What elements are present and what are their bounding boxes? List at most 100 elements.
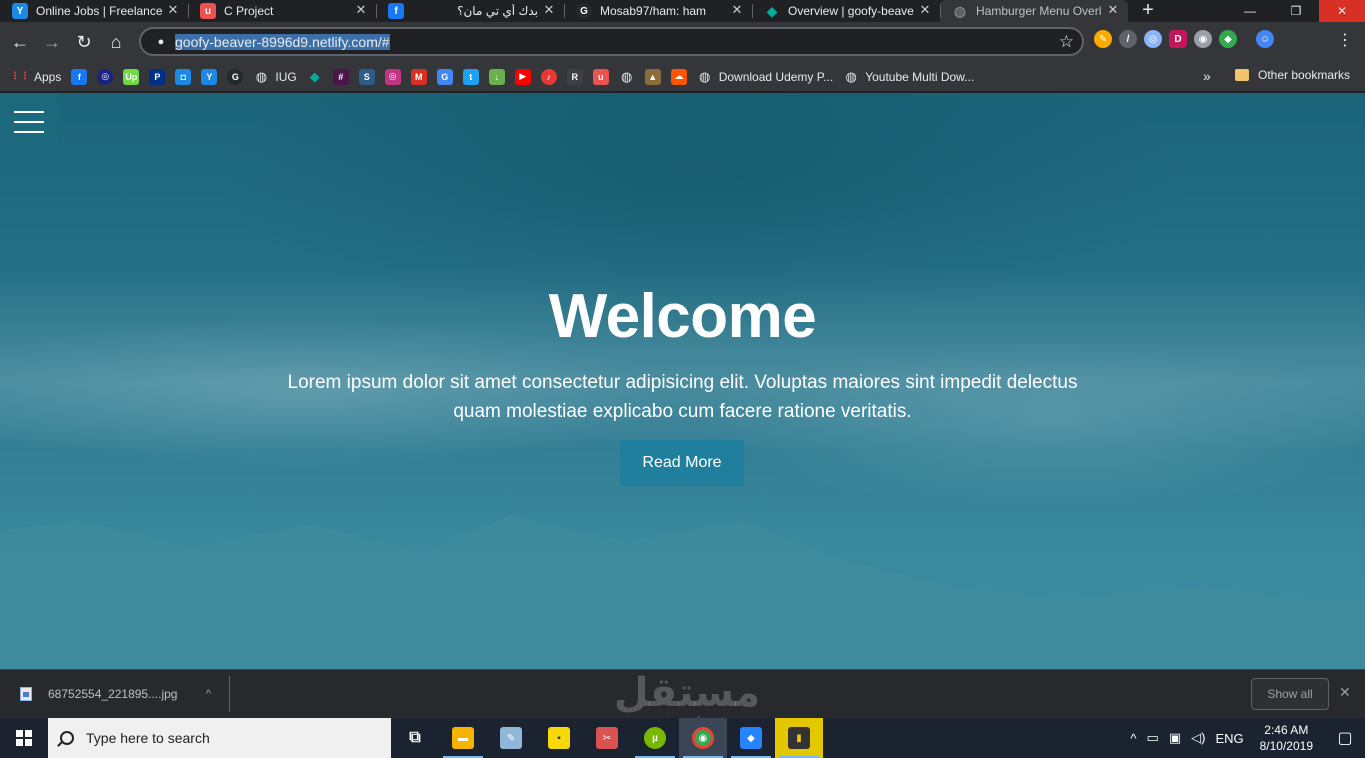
- taskbar-search-box[interactable]: Type here to search: [48, 718, 391, 758]
- tab-netlify-overview[interactable]: ◆ Overview | goofy-beaver ✕: [752, 0, 940, 22]
- bookmark-soundcloud[interactable]: ☁: [670, 68, 687, 85]
- reload-button[interactable]: ↻: [68, 26, 100, 58]
- task-view-button[interactable]: ⧉: [391, 718, 439, 758]
- tab-close-icon[interactable]: ✕: [542, 3, 556, 17]
- bookmark-globe[interactable]: ◍: [619, 69, 635, 85]
- bookmark-iug[interactable]: ◍ IUG: [253, 69, 297, 85]
- extension-color-picker-icon[interactable]: /: [1119, 30, 1137, 48]
- show-all-button[interactable]: Show all: [1251, 678, 1329, 710]
- bookmark-download[interactable]: ↓: [488, 68, 505, 85]
- bookmark-apps[interactable]: ⋮⋮ Apps: [10, 69, 61, 85]
- extension-pencil-icon[interactable]: ✎: [1094, 30, 1112, 48]
- image-file-icon: [20, 687, 32, 701]
- show-hidden-icons-chevron-icon[interactable]: ^: [1130, 731, 1136, 746]
- bookmark-netlify[interactable]: ◆: [307, 69, 323, 85]
- network-icon[interactable]: ▣: [1169, 730, 1181, 746]
- hamburger-menu-button[interactable]: [0, 93, 58, 151]
- tab-github-ham[interactable]: G Mosab97/ham: ham ✕: [564, 0, 752, 22]
- address-url[interactable]: goofy-beaver-8996d9.netlify.com/#: [175, 33, 390, 50]
- bookmark-triangle[interactable]: ▲: [644, 68, 661, 85]
- restore-button[interactable]: ❐: [1273, 0, 1319, 22]
- bookmark-r[interactable]: R: [566, 68, 583, 85]
- back-button[interactable]: ←: [4, 26, 36, 58]
- taskbar-chrome[interactable]: ◉: [679, 718, 727, 758]
- bookmark-paypal[interactable]: P: [149, 68, 166, 85]
- download-item[interactable]: 68752554_221895....jpg ^: [0, 676, 230, 712]
- tab-facebook[interactable]: f بدك أي تي مان؟ ✕: [376, 0, 564, 22]
- bookmark-freelancer[interactable]: Y: [201, 68, 218, 85]
- forward-button[interactable]: →: [36, 26, 68, 58]
- hero-description: Lorem ipsum dolor sit amet consectetur a…: [287, 372, 1078, 422]
- extension-ball-icon[interactable]: ◉: [1194, 30, 1212, 48]
- bookmark-download-udemy[interactable]: ◍ Download Udemy P...: [697, 68, 833, 85]
- lock-icon: ●: [157, 35, 165, 48]
- bookmark-youtube-multi[interactable]: ◍ Youtube Multi Dow...: [843, 69, 975, 85]
- bookmark-gmail[interactable]: M: [410, 68, 427, 85]
- new-tab-button[interactable]: +: [1134, 0, 1162, 22]
- taskbar-snipping-tool[interactable]: ✂: [583, 718, 631, 758]
- taskbar-utorrent[interactable]: µ: [631, 718, 679, 758]
- clock[interactable]: 2:46 AM 8/10/2019: [1260, 722, 1313, 754]
- taskbar-power-bi[interactable]: ▮: [775, 718, 823, 758]
- windows-taskbar: Type here to search ⧉ ▬ ✎ ▪ ✂ µ ◉ ◆ ▮ ^ …: [0, 718, 1365, 758]
- bookmark-udemy[interactable]: u: [592, 68, 609, 85]
- bookmark-slack[interactable]: #: [332, 68, 349, 85]
- sourcetree-icon: ◆: [740, 727, 762, 749]
- tab-c-project[interactable]: u C Project ✕: [188, 0, 376, 22]
- bookmark-upwork[interactable]: Up: [123, 68, 140, 85]
- taskbar-sourcetree[interactable]: ◆: [727, 718, 775, 758]
- home-button[interactable]: ⌂: [100, 26, 132, 58]
- action-center-icon[interactable]: ▢: [1325, 718, 1365, 758]
- bookmark-facebook[interactable]: f: [71, 68, 88, 85]
- tab-strip: Y Online Jobs | Freelance ✕ u C Project …: [0, 0, 1365, 22]
- r-icon: R: [566, 68, 583, 85]
- tab-close-icon[interactable]: ✕: [730, 3, 744, 17]
- tab-title: Hamburger Menu Overla: [976, 4, 1102, 18]
- tab-close-icon[interactable]: ✕: [918, 3, 932, 17]
- github-icon: G: [576, 3, 592, 19]
- tab-close-icon[interactable]: ✕: [1106, 3, 1120, 17]
- more-bookmarks-button[interactable]: »: [1203, 68, 1211, 84]
- extension-diamond-icon[interactable]: ◆: [1219, 30, 1237, 48]
- bookmark-youtube[interactable]: ▶: [514, 68, 531, 85]
- chrome-menu-icon[interactable]: ⋮: [1337, 31, 1353, 51]
- taskbar-file-explorer[interactable]: ▬: [439, 718, 487, 758]
- bookmark-github[interactable]: G: [227, 68, 244, 85]
- task-view-icon: ⧉: [409, 729, 421, 746]
- taskbar-sticky-notes[interactable]: ▪: [535, 718, 583, 758]
- circle-icon: ◎: [97, 68, 114, 85]
- start-button[interactable]: [0, 718, 48, 758]
- freelancer-icon: Y: [201, 68, 218, 85]
- power-bi-icon: ▮: [788, 727, 810, 749]
- tab-close-icon[interactable]: ✕: [166, 3, 180, 17]
- globe-icon: ◍: [699, 68, 711, 84]
- minimize-button[interactable]: —: [1227, 0, 1273, 22]
- music-icon: ♪: [540, 68, 557, 85]
- bookmark-instagram[interactable]: ◎: [384, 68, 401, 85]
- bookmark-s[interactable]: S: [358, 68, 375, 85]
- close-window-button[interactable]: ✕: [1319, 0, 1365, 22]
- taskbar-notepad[interactable]: ✎: [487, 718, 535, 758]
- tab-online-jobs[interactable]: Y Online Jobs | Freelance ✕: [0, 0, 188, 22]
- tab-title: Online Jobs | Freelance: [36, 4, 162, 18]
- address-bar[interactable]: ● goofy-beaver-8996d9.netlify.com/# ☆: [139, 27, 1084, 56]
- extension-d-icon[interactable]: D: [1169, 30, 1187, 48]
- tab-close-icon[interactable]: ✕: [354, 3, 368, 17]
- bookmark-translate[interactable]: G: [436, 68, 453, 85]
- extension-circle-icon[interactable]: ◎: [1144, 30, 1162, 48]
- bookmark-star-icon[interactable]: ☆: [1059, 32, 1074, 52]
- search-placeholder: Type here to search: [86, 730, 210, 746]
- bookmark-blue-square[interactable]: ◘: [175, 68, 192, 85]
- read-more-button[interactable]: Read More: [620, 440, 744, 486]
- bookmark-twitter[interactable]: t: [462, 68, 479, 85]
- bookmark-dark-circle[interactable]: ◎: [97, 68, 114, 85]
- chevron-up-icon[interactable]: ^: [206, 688, 211, 700]
- close-shelf-icon[interactable]: ✕: [1339, 684, 1351, 701]
- battery-icon[interactable]: ▭: [1147, 730, 1159, 746]
- other-bookmarks-folder[interactable]: Other bookmarks: [1235, 68, 1350, 82]
- bookmark-music[interactable]: ♪: [540, 68, 557, 85]
- volume-icon[interactable]: ◁): [1191, 730, 1205, 746]
- language-indicator[interactable]: ENG: [1215, 731, 1243, 746]
- profile-avatar-icon[interactable]: ☺: [1256, 30, 1274, 48]
- tab-hamburger-menu[interactable]: ◍ Hamburger Menu Overla ✕: [940, 0, 1128, 22]
